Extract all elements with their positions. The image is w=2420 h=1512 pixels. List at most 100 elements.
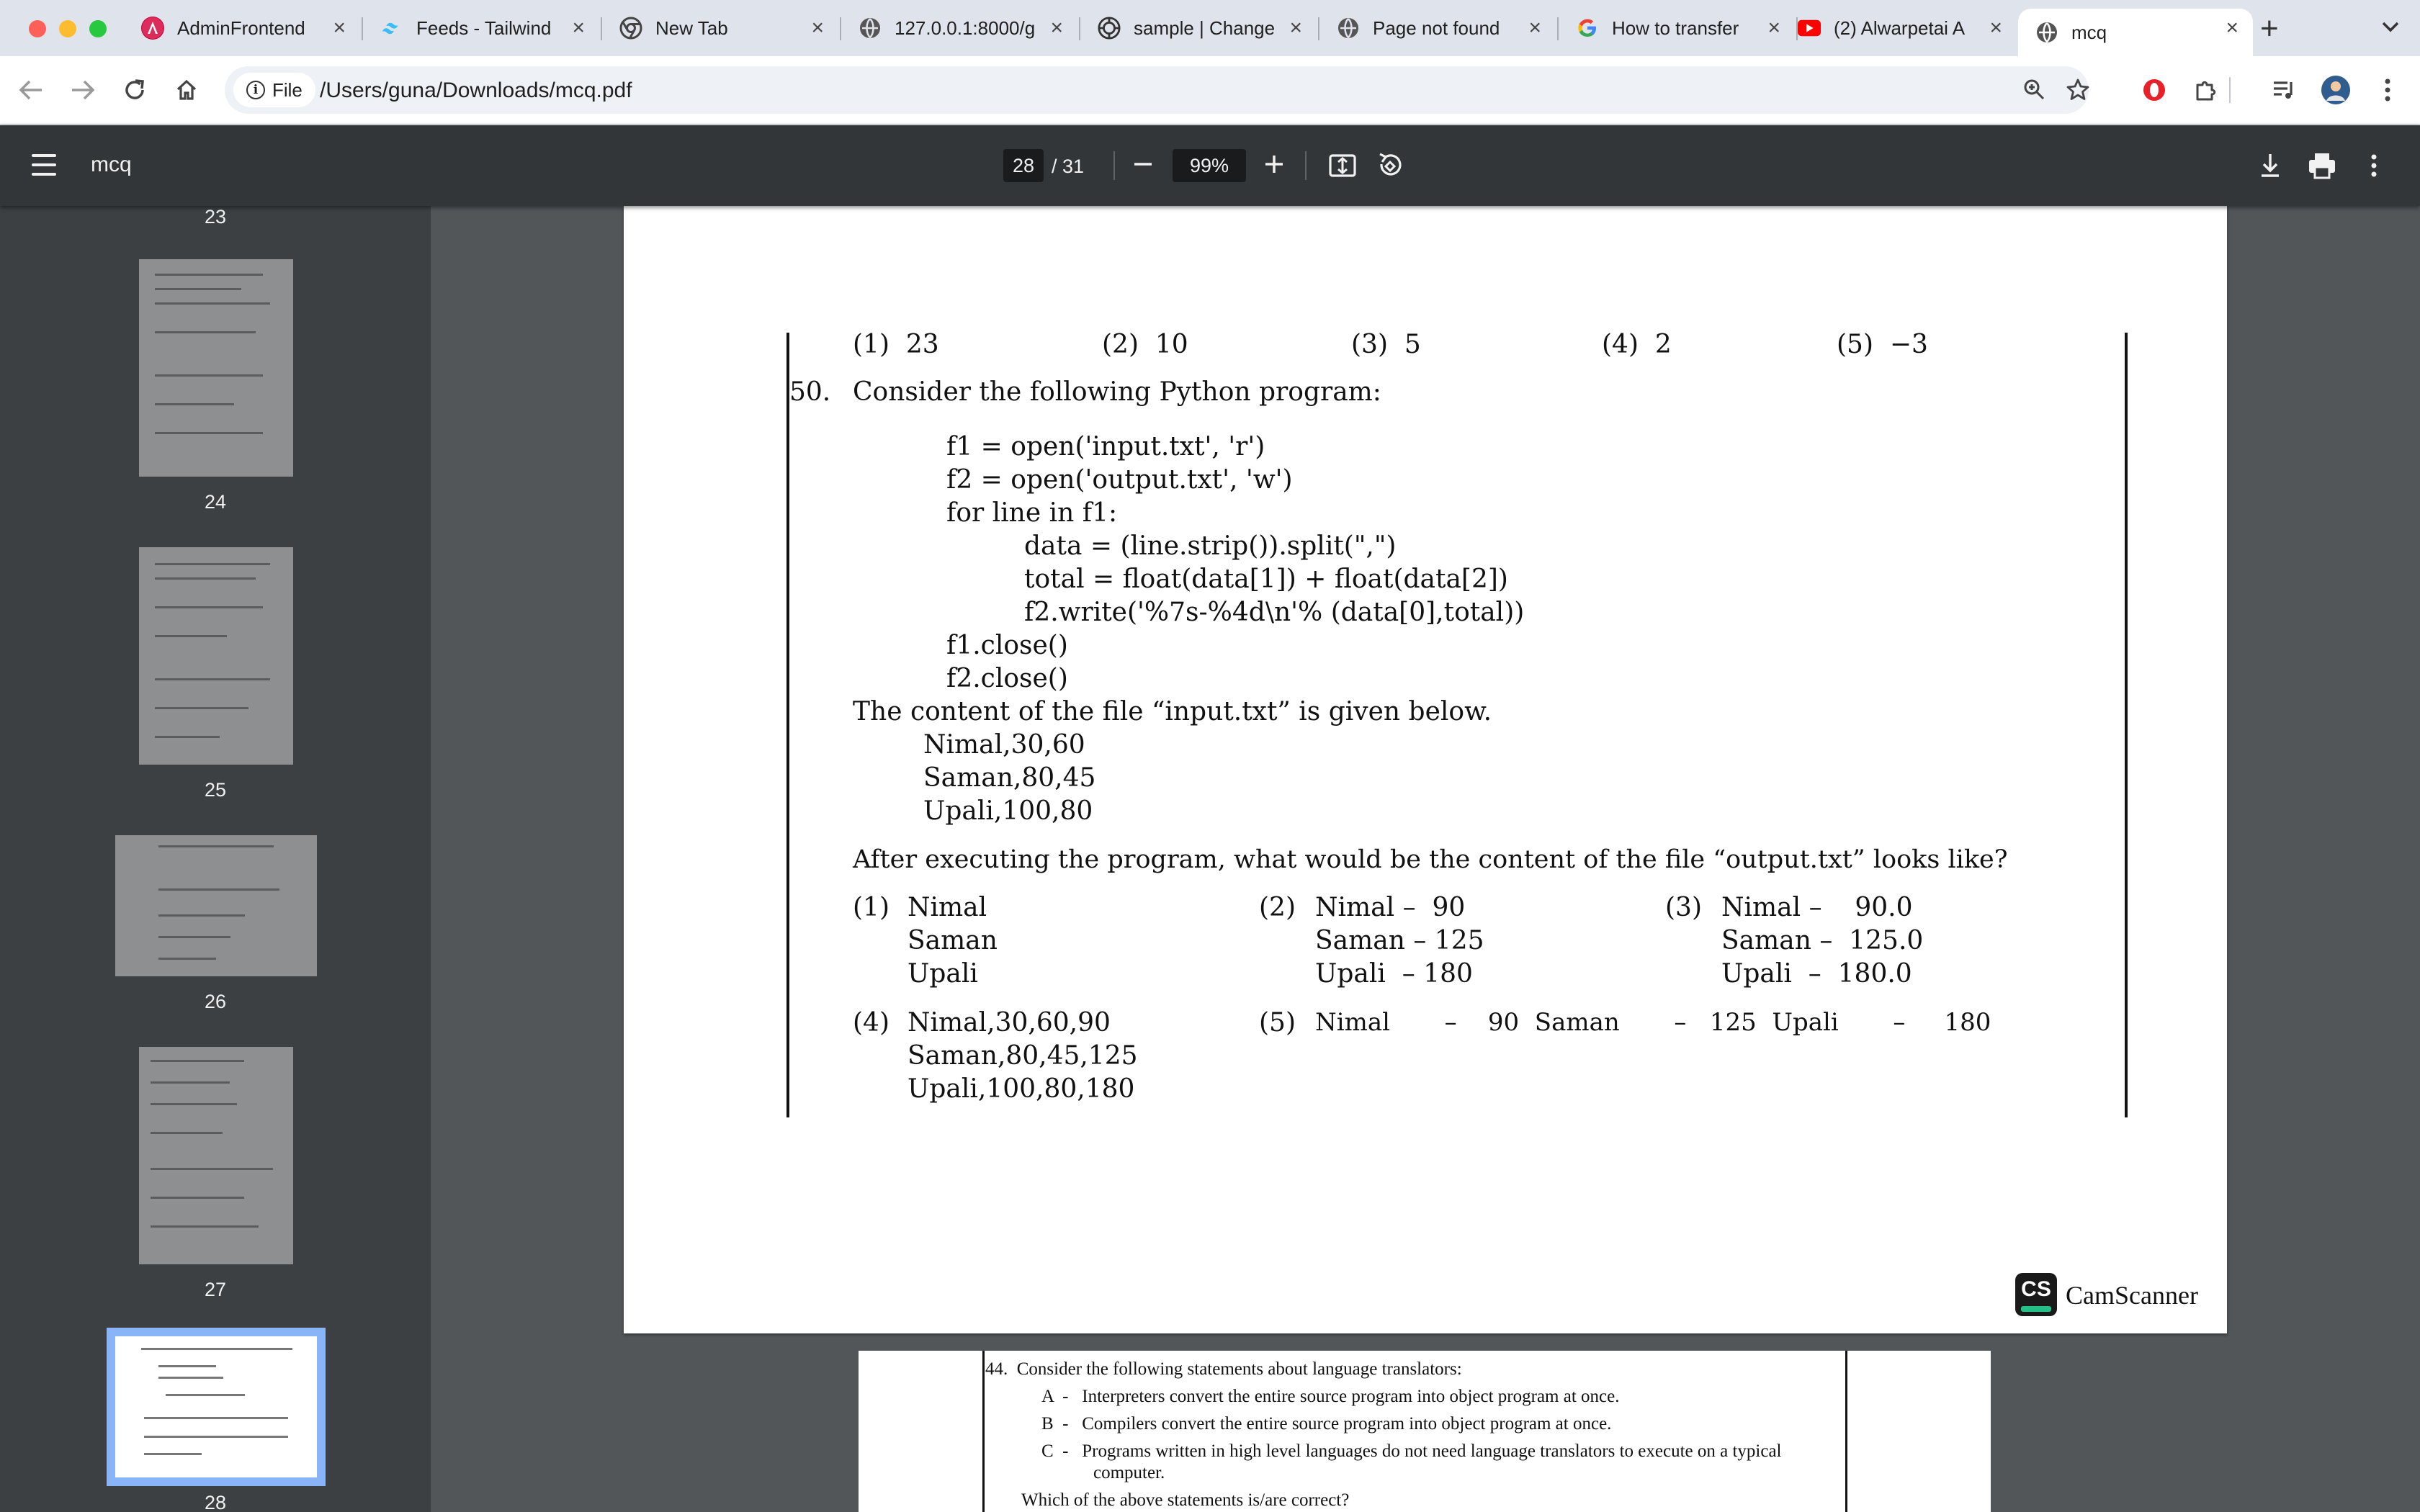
tab-how-to-transfer[interactable]: How to transfer × [1559, 9, 1795, 48]
code-line: data = (line.strip()).split(",") [1024, 531, 1397, 561]
reload-icon[interactable] [117, 72, 153, 108]
close-tab-icon[interactable]: × [1767, 16, 1780, 40]
tab-youtube[interactable]: (2) Alwarpetai A × [1780, 9, 2017, 48]
close-tab-icon[interactable]: × [1289, 16, 1302, 40]
thumb-text-line [144, 1436, 288, 1438]
thumb-text-line [158, 1365, 216, 1367]
maximize-window-button[interactable] [89, 20, 107, 37]
zoom-level-input[interactable]: 99% [1173, 149, 1246, 182]
media-queue-icon[interactable] [2266, 72, 2302, 108]
close-window-button[interactable] [29, 20, 46, 37]
tab-title: AdminFrontend [177, 17, 305, 39]
answer-3-number: (3) [1665, 893, 1702, 922]
close-tab-icon[interactable]: × [2226, 16, 2238, 40]
toolbar-divider [2228, 72, 2231, 108]
answer-5-number: (5) [1259, 1008, 1296, 1038]
close-tab-icon[interactable]: × [572, 16, 585, 40]
globe-icon [2035, 21, 2058, 44]
download-icon[interactable] [2254, 150, 2286, 181]
minimize-window-button[interactable] [59, 20, 76, 37]
openai-icon [1098, 17, 1121, 40]
print-icon[interactable] [2306, 150, 2338, 181]
after-execution-text: After executing the program, what would … [853, 845, 2008, 874]
thumbnail-label: 27 [204, 1279, 227, 1300]
rotate-icon[interactable] [1374, 150, 1406, 181]
pdf-page-28: (1) 23 (2) 10 (3) 5 (4) 2 (5) −3 50. Con… [624, 206, 2227, 1333]
tab-mcq[interactable]: mcq × [2018, 9, 2253, 56]
tab-title: How to transfer [1612, 17, 1739, 39]
sidebar-menu-icon[interactable] [32, 154, 56, 176]
opera-extension-icon[interactable] [2136, 72, 2172, 108]
profile-avatar[interactable] [2318, 72, 2354, 108]
forward-arrow-icon[interactable] [65, 72, 101, 108]
border-line-left [982, 1351, 985, 1512]
thumbnail-label: 28 [204, 1492, 227, 1512]
border-line-right [1845, 1351, 1847, 1512]
chrome-icon [619, 17, 642, 40]
chip-label: File [272, 78, 302, 101]
answer-2-line: Saman – 125 [1315, 926, 1484, 955]
tab-sample-change[interactable]: sample | Change × [1080, 9, 1317, 48]
thumbnail-page-24[interactable] [139, 259, 293, 477]
page-number-input[interactable]: 28 [1003, 149, 1044, 182]
code-line: f1 = open('input.txt', 'r') [946, 432, 1265, 462]
close-tab-icon[interactable]: × [811, 16, 824, 40]
answer-5-line: Nimal – 90 Saman – 125 Upali – 180 [1315, 1008, 1991, 1037]
thumb-text-line [151, 1103, 237, 1105]
thumbnail-label: 24 [204, 491, 227, 513]
tab-localhost[interactable]: 127.0.0.1:8000/g × [841, 9, 1077, 48]
close-tab-icon[interactable]: × [1528, 16, 1541, 40]
camscanner-logo-bar [2021, 1306, 2051, 1312]
close-tab-icon[interactable]: × [333, 16, 346, 40]
tab-adminfrontend[interactable]: AdminFrontend × [124, 9, 360, 48]
statement-a: A - Interpreters convert the entire sour… [1041, 1387, 1620, 1406]
prev-option-4: (4) 2 [1602, 330, 1672, 359]
thumb-text-line [155, 288, 241, 290]
close-tab-icon[interactable]: × [1050, 16, 1063, 40]
border-line-right [2125, 333, 2128, 1117]
tab-feeds-tailwind[interactable]: Feeds - Tailwind × [363, 9, 599, 48]
thumb-text-line [155, 606, 263, 608]
statement-c: C - Programs written in high level langu… [1041, 1441, 1782, 1461]
answer-3-line: Saman – 125.0 [1721, 926, 1924, 955]
thumbnail-page-25[interactable] [139, 547, 293, 765]
tab-search-chevron-icon[interactable] [2381, 14, 2400, 39]
extensions-puzzle-icon[interactable] [2188, 72, 2224, 108]
code-line: f2 = open('output.txt', 'w') [946, 465, 1293, 495]
home-icon[interactable] [169, 72, 205, 108]
address-bar[interactable]: i File /Users/guna/Downloads/mcq.pdf [225, 66, 2089, 114]
thumbnail-page-27[interactable] [139, 1047, 293, 1264]
new-tab-button[interactable]: + [2260, 13, 2279, 45]
zoom-out-button[interactable] [1132, 147, 1154, 189]
tab-new-tab[interactable]: New Tab × [602, 9, 838, 48]
zoom-in-button[interactable] [1263, 147, 1285, 189]
thumb-text-line [158, 914, 245, 917]
tailwind-icon [380, 17, 403, 40]
site-info-chip[interactable]: i File [233, 73, 315, 107]
thumb-text-line [155, 302, 270, 305]
pdf-document-view[interactable]: (1) 23 (2) 10 (3) 5 (4) 2 (5) −3 50. Con… [431, 206, 2420, 1512]
close-tab-icon[interactable]: × [1989, 16, 2002, 40]
answer-4-line: Upali,100,80,180 [908, 1074, 1135, 1104]
tab-page-not-found[interactable]: Page not found × [1319, 9, 1556, 48]
chrome-menu-icon[interactable] [2370, 72, 2406, 108]
answer-4-number: (4) [853, 1008, 889, 1038]
zoom-icon[interactable] [2022, 78, 2045, 107]
pdf-viewer-toolbar: mcq 28 / 31 99% [0, 125, 2420, 206]
thumbnail-page-28-selected[interactable] [107, 1328, 326, 1486]
thumb-text-line [151, 1197, 244, 1199]
thumbnail-page-26[interactable] [115, 835, 317, 976]
url-text[interactable]: /Users/guna/Downloads/mcq.pdf [320, 78, 632, 103]
thumb-text-line [155, 403, 234, 405]
bookmark-star-icon[interactable] [2066, 78, 2090, 107]
thumb-text-line [144, 1453, 202, 1455]
thumb-text-line [166, 1394, 245, 1396]
tab-title: Feeds - Tailwind [416, 17, 552, 39]
tab-title: sample | Change [1134, 17, 1276, 39]
fit-to-page-icon[interactable] [1327, 150, 1358, 181]
answer-2-number: (2) [1259, 893, 1296, 922]
more-options-icon[interactable] [2358, 150, 2390, 181]
back-arrow-icon[interactable] [13, 72, 49, 108]
answer-2-line: Upali – 180 [1315, 959, 1473, 989]
thumbnail-label: 23 [204, 206, 227, 228]
